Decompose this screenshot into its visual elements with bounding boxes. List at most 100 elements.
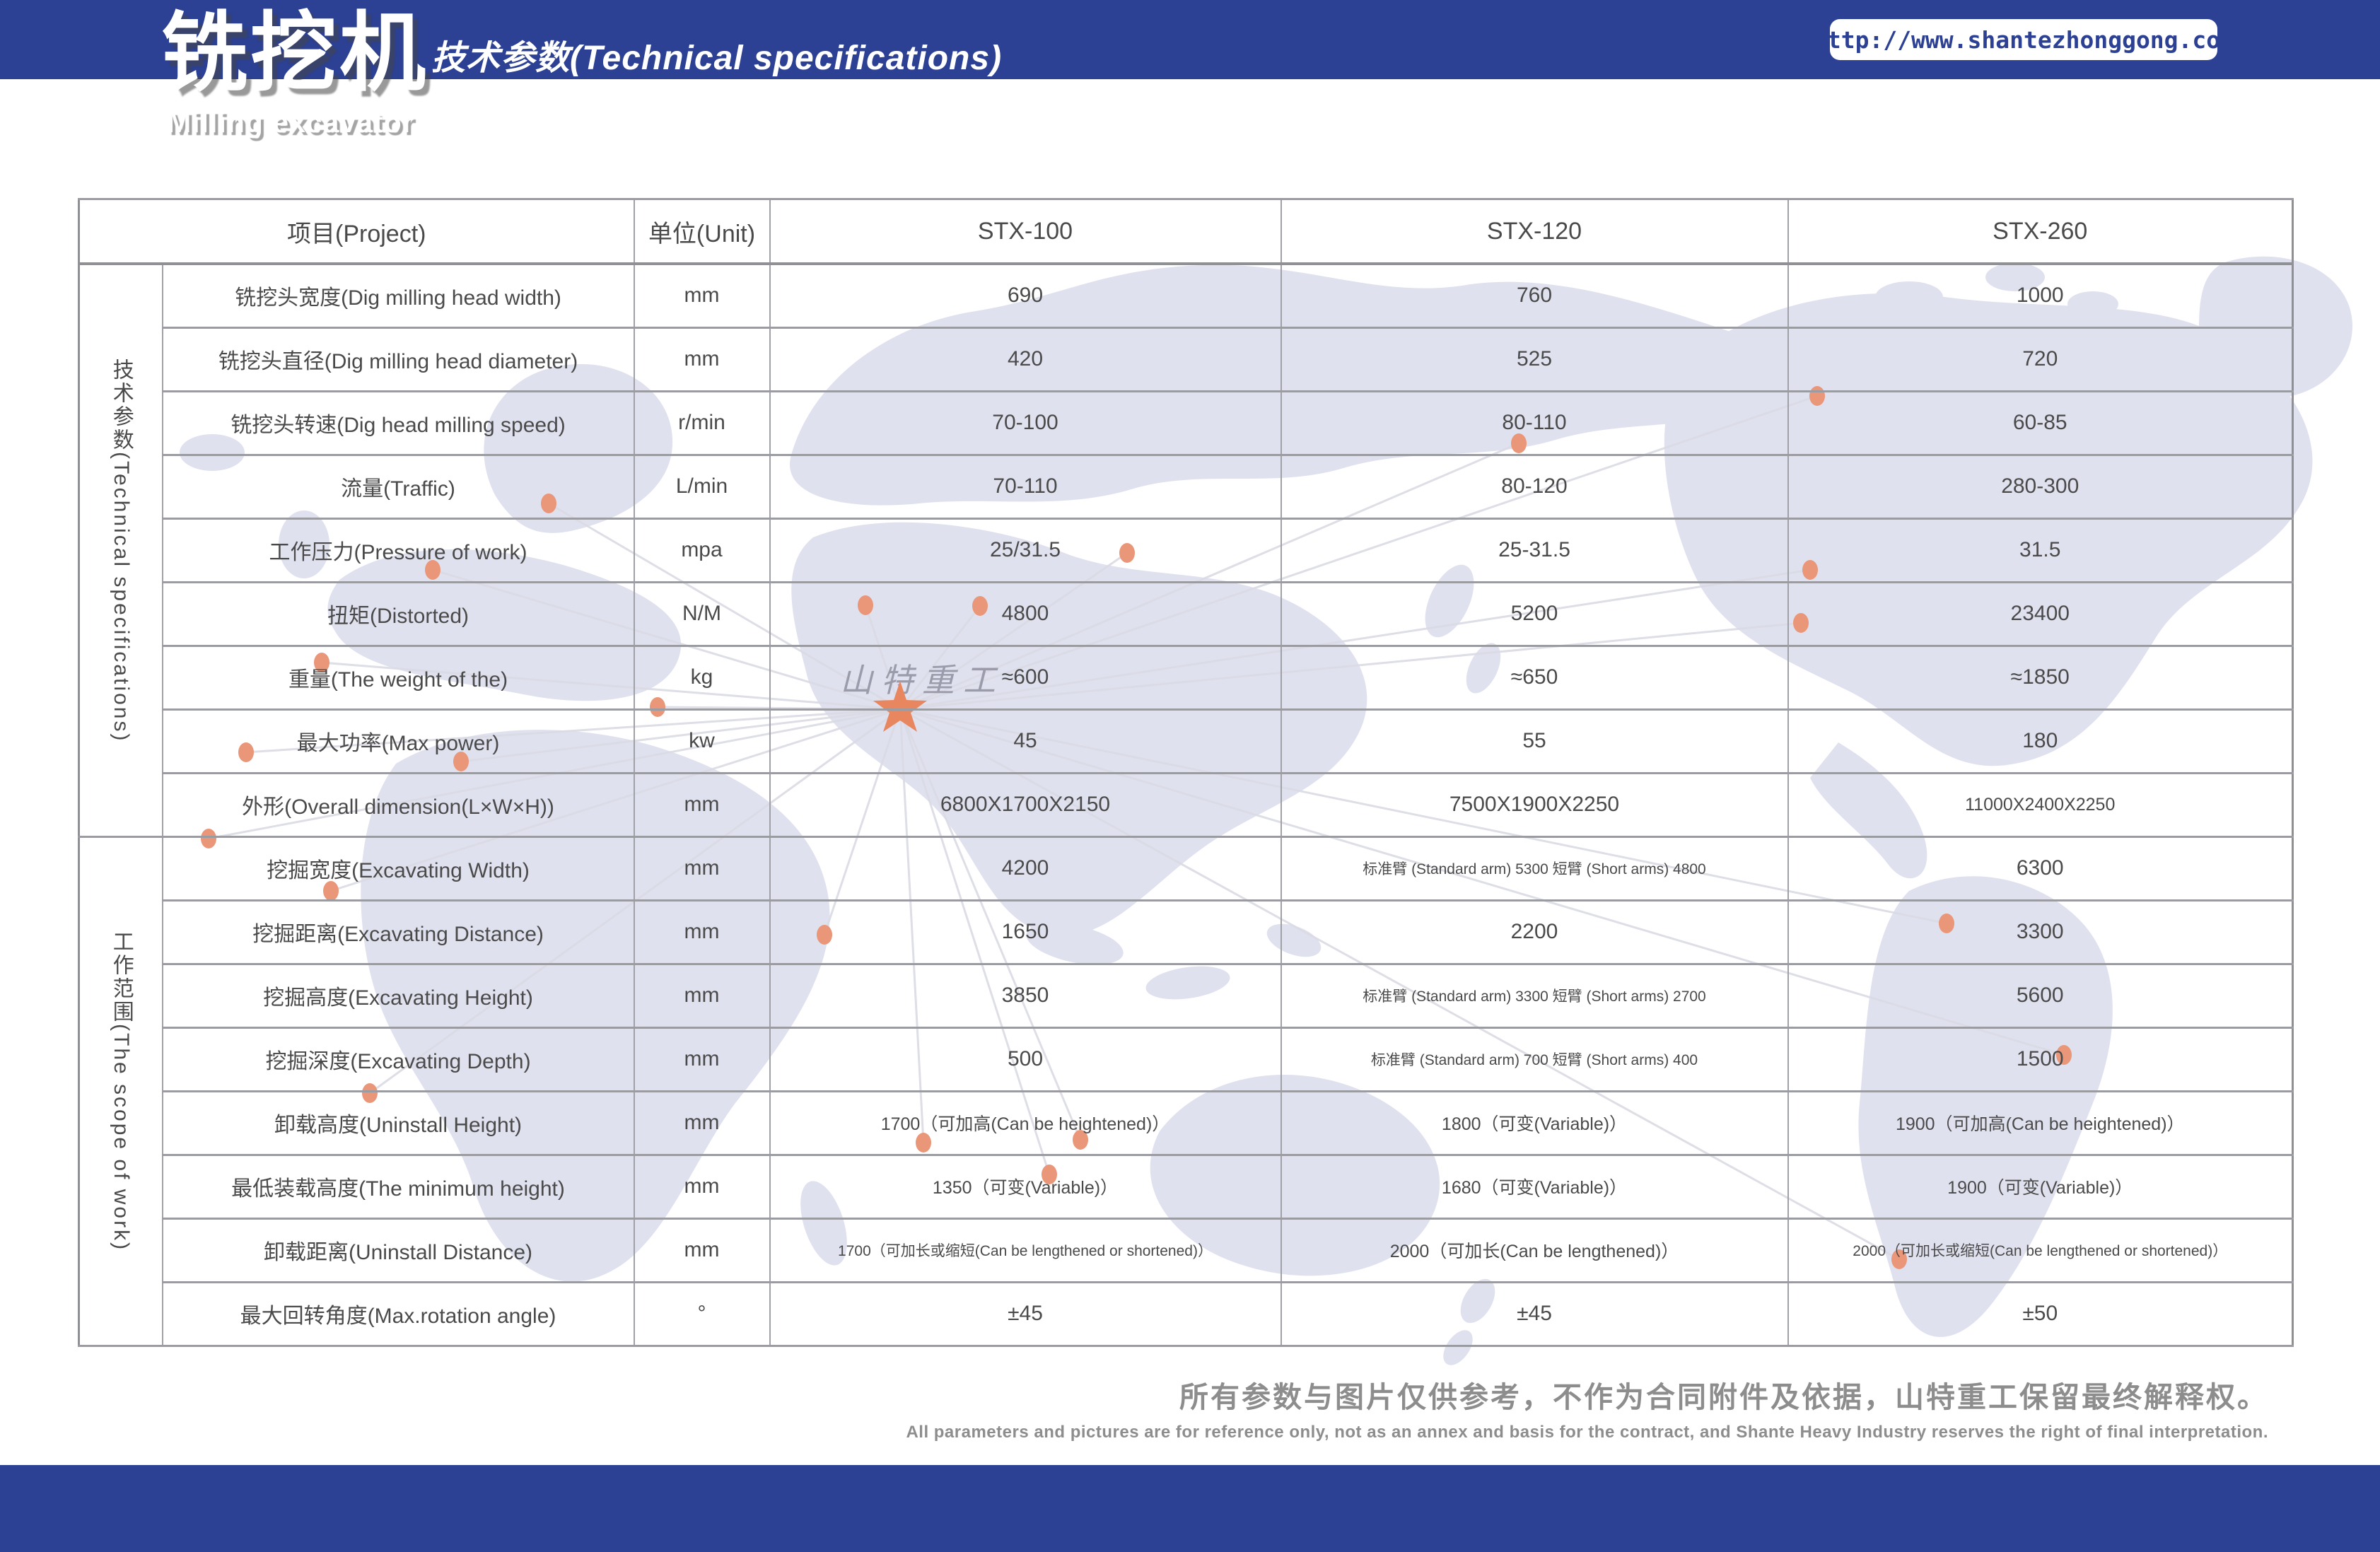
cell-stx-120: 80-120 (1281, 455, 1788, 518)
cell-stx-100: 6800X1700X2150 (770, 773, 1281, 836)
cell-stx-260: 180 (1788, 709, 2293, 773)
row-label: 扭矩(Distorted) (163, 582, 634, 646)
cell-stx-260: 1900（可变(Variable)） (1788, 1155, 2293, 1218)
table-row: 挖掘高度(Excavating Height)mm3850标准臂 (Standa… (79, 964, 2293, 1027)
website-url-badge: Http://www.shantezhonggong.com (1830, 19, 2217, 60)
cell-stx-100: 25/31.5 (770, 518, 1281, 582)
row-unit: mm (634, 1155, 770, 1218)
row-label: 挖掘深度(Excavating Depth) (163, 1027, 634, 1091)
row-unit: N/M (634, 582, 770, 646)
row-label: 流量(Traffic) (163, 455, 634, 518)
cell-stx-100: 3850 (770, 964, 1281, 1027)
table-row: 卸载高度(Uninstall Height)mm1700（可加高(Can be … (79, 1091, 2293, 1155)
table-row: 扭矩(Distorted)N/M4800520023400 (79, 582, 2293, 646)
disclaimer-chinese: 所有参数与图片仅供参考，不作为合同附件及依据，山特重工保留最终解释权。 (906, 1373, 2268, 1416)
logo-english: Milling excavator (167, 106, 414, 139)
table-row: 工作压力(Pressure of work)mpa25/31.525-31.53… (79, 518, 2293, 582)
row-unit: mm (634, 773, 770, 836)
cell-stx-120: 760 (1281, 264, 1788, 327)
cell-stx-260: 720 (1788, 327, 2293, 391)
cell-stx-260: 6300 (1788, 836, 2293, 900)
cell-stx-260: 1500 (1788, 1027, 2293, 1091)
row-label: 挖掘距离(Excavating Distance) (163, 900, 634, 964)
table-row: 外形(Overall dimension(L×W×H))mm6800X1700X… (79, 773, 2293, 836)
cell-stx-100: 420 (770, 327, 1281, 391)
row-unit: mpa (634, 518, 770, 582)
cell-stx-120: 2200 (1281, 900, 1788, 964)
row-unit: mm (634, 836, 770, 900)
cell-stx-120: 1680（可变(Variable)） (1281, 1155, 1788, 1218)
cell-stx-260: 1900（可加高(Can be heightened)） (1788, 1091, 2293, 1155)
disclaimer-english: All parameters and pictures are for refe… (906, 1423, 2268, 1442)
table-row: 铣挖头转速(Dig head milling speed)r/min70-100… (79, 391, 2293, 455)
row-unit: r/min (634, 391, 770, 455)
spec-sheet-page: 山特重工 铣挖机 Milling excavator 技术参数(Technica… (0, 0, 2380, 1552)
cell-stx-260: 280-300 (1788, 455, 2293, 518)
cell-stx-120: 标准臂 (Standard arm) 700 短臂 (Short arms) 4… (1281, 1027, 1788, 1091)
cell-stx-260: 23400 (1788, 582, 2293, 646)
row-label: 挖掘宽度(Excavating Width) (163, 836, 634, 900)
row-unit: mm (634, 327, 770, 391)
table-row: 最低装载高度(The minimum height)mm1350（可变(Vari… (79, 1155, 2293, 1218)
column-header-stx-260: STX-260 (1788, 199, 2293, 264)
group-label-work-scope: 工作范围(The scope of work) (79, 836, 163, 1346)
row-unit: ° (634, 1282, 770, 1346)
cell-stx-120: ±45 (1281, 1282, 1788, 1346)
cell-stx-260: 3300 (1788, 900, 2293, 964)
table-row: 挖掘深度(Excavating Depth)mm500标准臂 (Standard… (79, 1027, 2293, 1091)
spec-table: 项目(Project) 单位(Unit) STX-100 STX-120 STX… (78, 198, 2294, 1347)
table-row: 挖掘距离(Excavating Distance)mm165022003300 (79, 900, 2293, 964)
cell-stx-260: 11000X2400X2250 (1788, 773, 2293, 836)
row-label: 铣挖头直径(Dig milling head diameter) (163, 327, 634, 391)
cell-stx-120: 标准臂 (Standard arm) 5300 短臂 (Short arms) … (1281, 836, 1788, 900)
disclaimer: 所有参数与图片仅供参考，不作为合同附件及依据，山特重工保留最终解释权。 All … (906, 1373, 2268, 1442)
table-row: 最大回转角度(Max.rotation angle)°±45±45±50 (79, 1282, 2293, 1346)
table-row: 重量(The weight of the)kg≈600≈650≈1850 (79, 646, 2293, 709)
row-unit: mm (634, 1027, 770, 1091)
page-title: 技术参数(Technical specifications) (431, 30, 1002, 79)
row-label: 外形(Overall dimension(L×W×H)) (163, 773, 634, 836)
row-label: 最大功率(Max power) (163, 709, 634, 773)
row-label: 卸载距离(Uninstall Distance) (163, 1218, 634, 1282)
cell-stx-120: 525 (1281, 327, 1788, 391)
cell-stx-260: 1000 (1788, 264, 2293, 327)
table-row: 铣挖头直径(Dig milling head diameter)mm420525… (79, 327, 2293, 391)
row-unit: mm (634, 1218, 770, 1282)
column-header-unit: 单位(Unit) (634, 199, 770, 264)
table-row: 工作范围(The scope of work)挖掘宽度(Excavating W… (79, 836, 2293, 900)
cell-stx-120: 25-31.5 (1281, 518, 1788, 582)
row-label: 工作压力(Pressure of work) (163, 518, 634, 582)
row-unit: mm (634, 900, 770, 964)
row-unit: kw (634, 709, 770, 773)
table-row: 流量(Traffic)L/min70-11080-120280-300 (79, 455, 2293, 518)
cell-stx-100: 45 (770, 709, 1281, 773)
row-unit: kg (634, 646, 770, 709)
row-unit: mm (634, 264, 770, 327)
cell-stx-100: 1650 (770, 900, 1281, 964)
table-row: 技术参数(Technical specifications)铣挖头宽度(Dig … (79, 264, 2293, 327)
cell-stx-120: 2000（可加长(Can be lengthened)） (1281, 1218, 1788, 1282)
row-label: 挖掘高度(Excavating Height) (163, 964, 634, 1027)
cell-stx-120: 80-110 (1281, 391, 1788, 455)
cell-stx-100: 4800 (770, 582, 1281, 646)
cell-stx-100: 1700（可加长或缩短(Can be lengthened or shorten… (770, 1218, 1281, 1282)
cell-stx-120: 7500X1900X2250 (1281, 773, 1788, 836)
table-row: 卸载距离(Uninstall Distance)mm1700（可加长或缩短(Ca… (79, 1218, 2293, 1282)
cell-stx-100: 690 (770, 264, 1281, 327)
cell-stx-100: ≈600 (770, 646, 1281, 709)
row-unit: mm (634, 964, 770, 1027)
spec-table-body: 技术参数(Technical specifications)铣挖头宽度(Dig … (79, 264, 2293, 1346)
cell-stx-120: ≈650 (1281, 646, 1788, 709)
cell-stx-100: 1350（可变(Variable)） (770, 1155, 1281, 1218)
cell-stx-260: ≈1850 (1788, 646, 2293, 709)
cell-stx-100: 500 (770, 1027, 1281, 1091)
cell-stx-260: ±50 (1788, 1282, 2293, 1346)
column-header-project: 项目(Project) (79, 199, 634, 264)
row-label: 铣挖头宽度(Dig milling head width) (163, 264, 634, 327)
row-label: 卸载高度(Uninstall Height) (163, 1091, 634, 1155)
table-row: 最大功率(Max power)kw4555180 (79, 709, 2293, 773)
row-label: 铣挖头转速(Dig head milling speed) (163, 391, 634, 455)
cell-stx-120: 标准臂 (Standard arm) 3300 短臂 (Short arms) … (1281, 964, 1788, 1027)
footer-bar (0, 1465, 2380, 1552)
cell-stx-120: 1800（可变(Variable)） (1281, 1091, 1788, 1155)
